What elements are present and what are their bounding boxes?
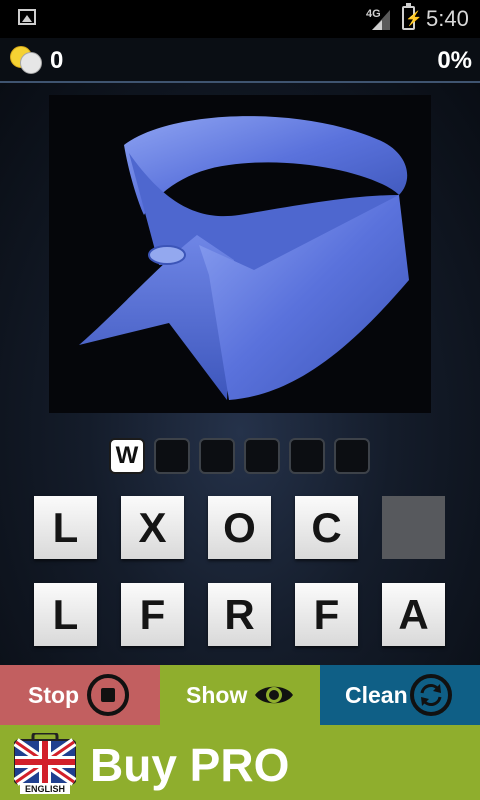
game-header: 0 0% [0,38,480,83]
answer-slot[interactable] [199,438,235,474]
stop-button[interactable]: Stop [0,665,160,725]
clean-label: Clean [345,682,408,708]
buy-pro-banner[interactable]: ENGLISH Buy PRO [0,725,480,800]
answer-slot[interactable] [334,438,370,474]
status-bar: 4G ⚡ 5:40 [0,0,480,38]
letter-tile[interactable]: F [121,583,184,646]
show-label: Show [186,682,248,708]
letter-tile[interactable]: F [295,583,358,646]
answer-slot[interactable] [154,438,190,474]
letter-tile[interactable]: R [208,583,271,646]
action-bar: Stop Show Clean [0,665,480,725]
stop-label: Stop [28,682,80,708]
battery-icon: ⚡ [402,3,422,30]
clean-button[interactable]: Clean [320,665,480,725]
coin-count: 0 [50,47,64,74]
answer-slot[interactable]: W [109,438,145,474]
status-time: 5:40 [426,6,469,31]
letter-tile[interactable]: O [208,496,271,559]
puzzle-image [49,95,431,413]
coins-icon [10,44,44,74]
gallery-notification-icon [18,9,36,25]
stop-circle-icon [87,674,129,716]
refresh-icon [410,674,452,716]
progress-percent: 0% [437,47,472,74]
letter-tile-used [382,496,445,559]
show-button[interactable]: Show [160,665,320,725]
letter-tile[interactable]: L [34,496,97,559]
puzzle-area: W L X O C L F R F A [0,83,480,665]
letter-tile[interactable]: C [295,496,358,559]
uk-flag-icon: ENGLISH [13,731,77,795]
letter-tile[interactable]: X [121,496,184,559]
eye-icon [255,686,293,704]
answer-slot[interactable] [289,438,325,474]
signal-icon [372,10,390,30]
letter-tile[interactable]: A [382,583,445,646]
letter-tile[interactable]: L [34,583,97,646]
buy-pro-label: Buy PRO [90,739,290,791]
language-label: ENGLISH [25,784,65,794]
answer-slot[interactable] [244,438,280,474]
